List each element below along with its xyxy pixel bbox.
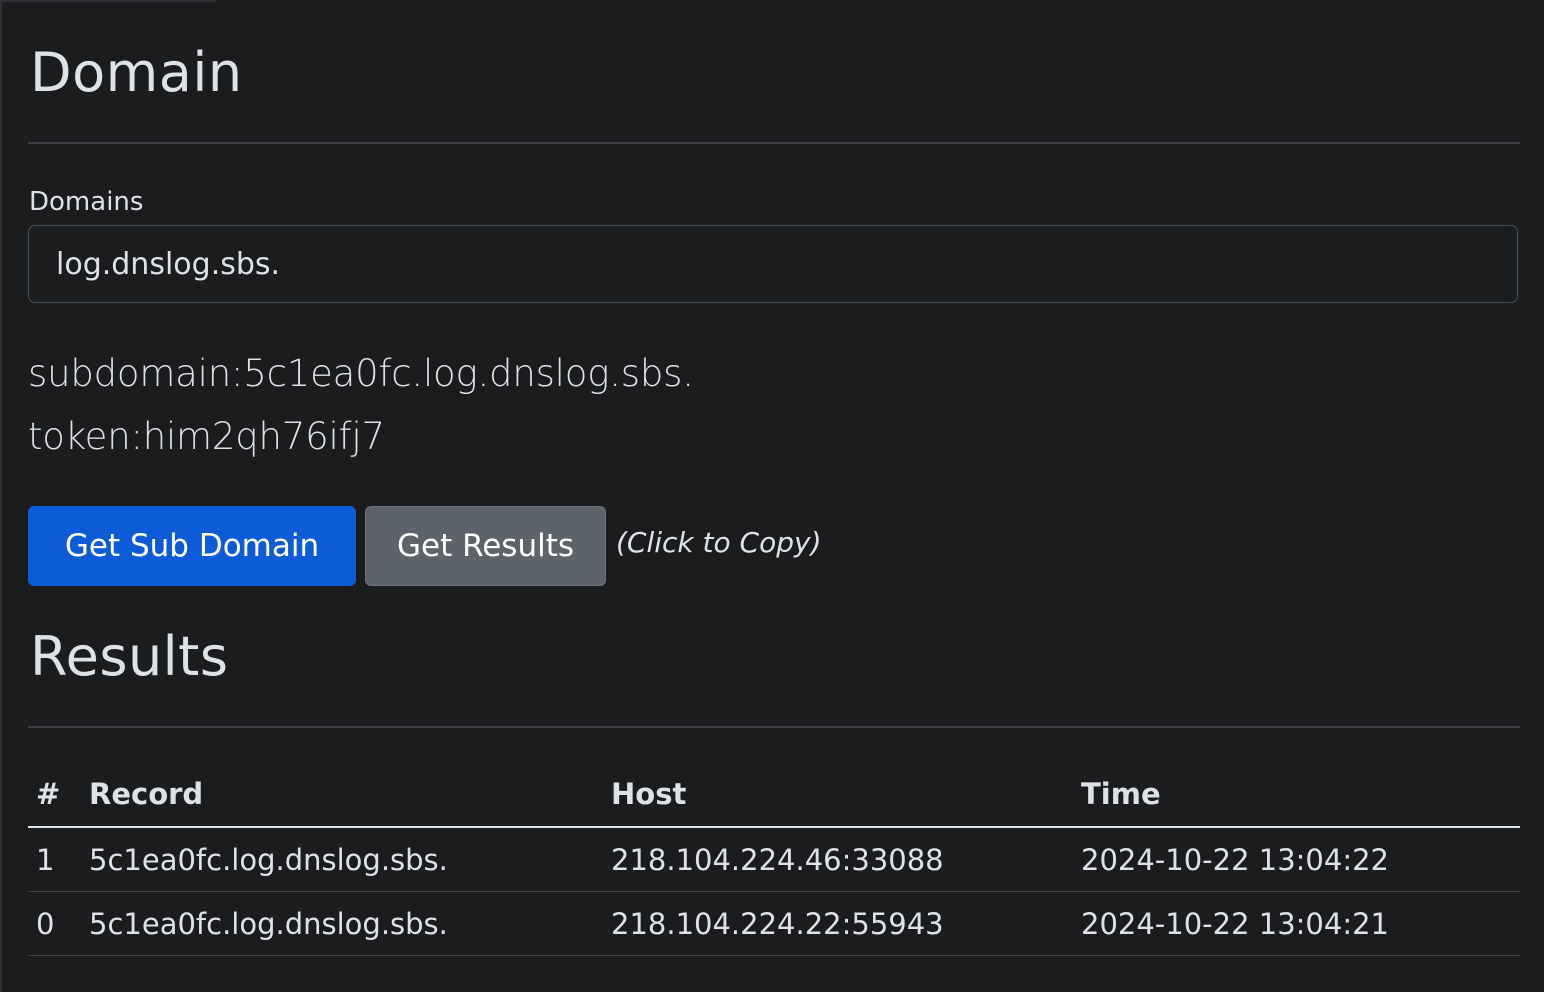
domains-label: Domains: [29, 187, 144, 217]
row-record: 5c1ea0fc.log.dnslog.sbs.: [89, 827, 611, 892]
row-number: 1: [28, 827, 89, 892]
copy-hint: (Click to Copy): [616, 526, 822, 559]
column-header-record: Record: [89, 762, 611, 828]
results-table-body: 1 5c1ea0fc.log.dnslog.sbs. 218.104.224.4…: [28, 827, 1520, 956]
row-record: 5c1ea0fc.log.dnslog.sbs.: [89, 891, 611, 956]
domain-heading: Domain: [30, 41, 243, 104]
column-header-number: #: [28, 762, 89, 828]
window-top-edge: [0, 0, 216, 2]
row-time: 2024-10-22 13:04:21: [1081, 891, 1520, 956]
column-header-time: Time: [1081, 762, 1520, 828]
results-table: # Record Host Time 1 5c1ea0fc.log.dnslog…: [28, 762, 1520, 956]
row-host: 218.104.224.22:55943: [611, 891, 1081, 956]
results-table-head: # Record Host Time: [28, 762, 1520, 828]
get-results-button[interactable]: Get Results: [365, 506, 606, 586]
token-text[interactable]: token:him2qh76ifj7: [28, 413, 385, 461]
table-header-row: # Record Host Time: [28, 762, 1520, 828]
results-heading: Results: [30, 625, 229, 688]
domains-input[interactable]: [28, 225, 1518, 303]
row-number: 0: [28, 891, 89, 956]
row-host: 218.104.224.46:33088: [611, 827, 1081, 892]
results-divider: [28, 726, 1520, 728]
subdomain-text[interactable]: subdomain:5c1ea0fc.log.dnslog.sbs.: [28, 350, 694, 398]
table-row: 1 5c1ea0fc.log.dnslog.sbs. 218.104.224.4…: [28, 827, 1520, 892]
table-row: 0 5c1ea0fc.log.dnslog.sbs. 218.104.224.2…: [28, 891, 1520, 956]
domain-divider: [28, 142, 1520, 144]
get-sub-domain-button[interactable]: Get Sub Domain: [28, 506, 356, 586]
column-header-host: Host: [611, 762, 1081, 828]
window-left-edge: [0, 0, 2, 992]
row-time: 2024-10-22 13:04:22: [1081, 827, 1520, 892]
